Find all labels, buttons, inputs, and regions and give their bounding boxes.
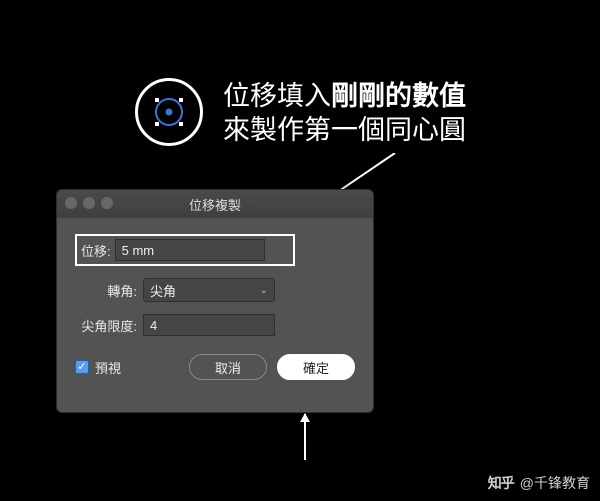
- offset-highlight: 位移:: [75, 234, 295, 266]
- minimize-icon[interactable]: [83, 197, 95, 209]
- window-controls[interactable]: [65, 197, 113, 209]
- offset-label: 位移:: [81, 241, 115, 260]
- checkbox-checked-icon: ✓: [75, 360, 89, 374]
- concentric-circle-icon: [135, 78, 203, 146]
- ok-label: 確定: [303, 358, 329, 377]
- offset-row: 位移:: [75, 234, 355, 266]
- annotation-line-2: 來製作第一個同心圓: [223, 114, 466, 148]
- offset-path-dialog: 位移複製 位移: 轉角: 尖角 ⌄ 尖角限度:: [56, 189, 374, 413]
- ok-button-arrow: [304, 414, 306, 460]
- annotation-line-1: 位移填入剛剛的數值: [223, 80, 466, 114]
- preview-label: 預視: [95, 358, 121, 377]
- watermark: 知乎 @千锋教育: [488, 473, 590, 493]
- annotation-line1-prefix: 位移填入: [223, 81, 331, 111]
- zhihu-logo: 知乎: [488, 473, 514, 493]
- miter-input[interactable]: [143, 314, 275, 336]
- chevron-down-icon: ⌄: [260, 285, 268, 296]
- watermark-author: @千锋教育: [520, 473, 590, 493]
- preview-checkbox[interactable]: ✓ 預視: [75, 358, 121, 377]
- target-icon-svg: [150, 93, 188, 131]
- close-icon[interactable]: [65, 197, 77, 209]
- annotation-line1-bold: 剛剛的數值: [331, 81, 466, 111]
- ok-button[interactable]: 確定: [277, 354, 355, 380]
- miter-label: 尖角限度:: [75, 316, 143, 335]
- corner-row: 轉角: 尖角 ⌄: [75, 278, 355, 302]
- cancel-button[interactable]: 取消: [189, 354, 267, 380]
- annotation-text: 位移填入剛剛的數值 來製作第一個同心圓: [223, 80, 466, 148]
- corner-select-value: 尖角: [150, 281, 176, 300]
- dialog-footer: ✓ 預視 取消 確定: [75, 354, 355, 380]
- corner-label: 轉角:: [75, 281, 143, 300]
- corner-select[interactable]: 尖角 ⌄: [143, 278, 275, 302]
- dialog-title: 位移複製: [189, 195, 241, 214]
- dialog-titlebar[interactable]: 位移複製: [57, 190, 373, 218]
- offset-input[interactable]: [115, 239, 265, 261]
- cancel-label: 取消: [215, 358, 241, 377]
- dialog-body: 位移: 轉角: 尖角 ⌄ 尖角限度: ✓ 預視: [57, 218, 373, 392]
- miter-row: 尖角限度:: [75, 314, 355, 336]
- zoom-icon[interactable]: [101, 197, 113, 209]
